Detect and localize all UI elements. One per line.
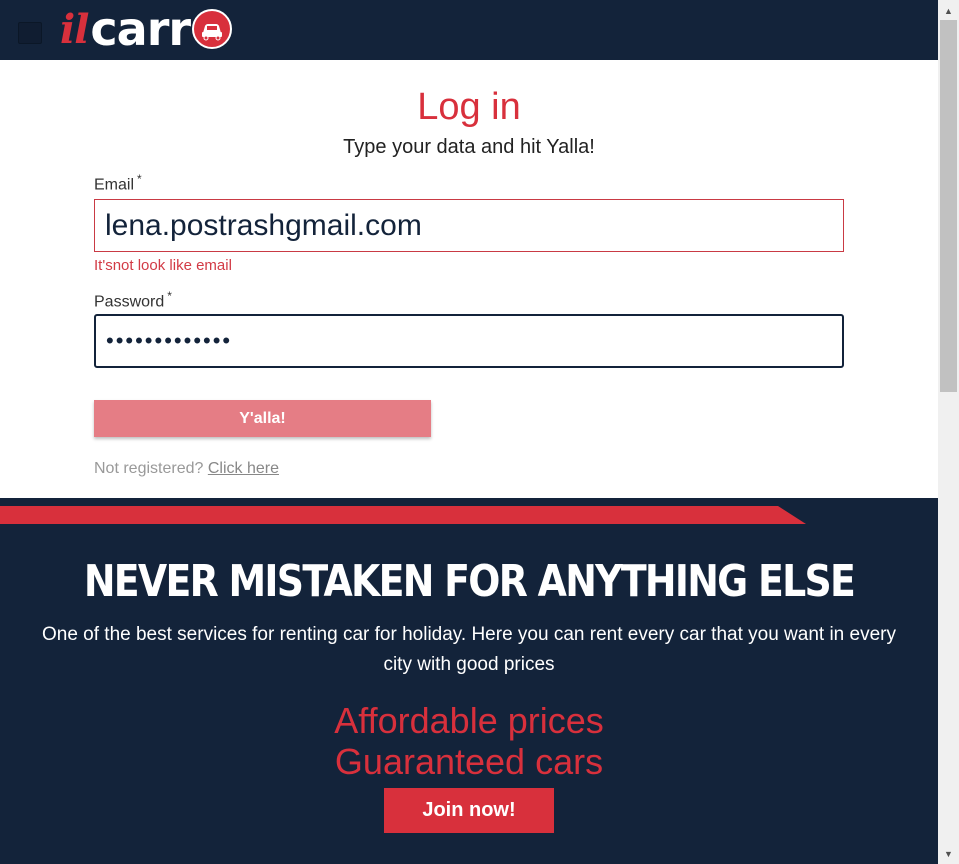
required-mark: * xyxy=(137,172,142,186)
required-mark: * xyxy=(167,289,172,303)
site-logo[interactable]: il carr xyxy=(60,2,233,56)
register-prompt-line: Not registered? Click here xyxy=(94,460,279,478)
page-title: Log in xyxy=(417,86,521,128)
password-field[interactable] xyxy=(94,314,844,368)
scroll-up-arrow-icon[interactable]: ▲ xyxy=(938,2,959,19)
password-label: Password * xyxy=(94,289,172,311)
scroll-down-arrow-icon[interactable]: ▼ xyxy=(938,845,959,862)
promo-affordable-prices: Affordable prices xyxy=(334,700,604,741)
login-section: Log in Type your data and hit Yalla! Ema… xyxy=(0,60,938,498)
register-link[interactable]: Click here xyxy=(208,460,279,477)
email-label-text: Email xyxy=(94,176,135,194)
password-label-text: Password xyxy=(94,293,165,311)
vertical-scrollbar[interactable]: ▲ ▼ xyxy=(938,0,959,864)
menu-toggle-icon[interactable] xyxy=(18,22,42,44)
logo-main-text: carr xyxy=(90,2,191,56)
decorative-stripe xyxy=(0,506,806,524)
email-field[interactable] xyxy=(94,199,844,252)
promo-description: One of the best services for renting car… xyxy=(41,624,896,675)
page: il carr Log in Type your data and hit Ya… xyxy=(0,0,938,864)
promo-headline: NEVER MISTAKEN FOR ANYTHING ELSE xyxy=(83,556,856,607)
promo-section: NEVER MISTAKEN FOR ANYTHING ELSE One of … xyxy=(0,498,938,864)
email-error-message: It'snot look like email xyxy=(94,257,232,274)
register-prompt: Not registered? xyxy=(94,460,204,477)
car-icon xyxy=(192,9,233,49)
promo-guaranteed-cars: Guaranteed cars xyxy=(334,741,604,782)
email-label: Email * xyxy=(94,172,142,194)
scrollbar-thumb[interactable] xyxy=(940,20,957,392)
login-subtitle: Type your data and hit Yalla! xyxy=(343,136,595,158)
site-header: il carr xyxy=(0,0,938,60)
logo-prefix: il xyxy=(60,5,89,53)
yalla-submit-button[interactable]: Y'alla! xyxy=(94,400,431,437)
join-now-button[interactable]: Join now! xyxy=(384,788,554,833)
